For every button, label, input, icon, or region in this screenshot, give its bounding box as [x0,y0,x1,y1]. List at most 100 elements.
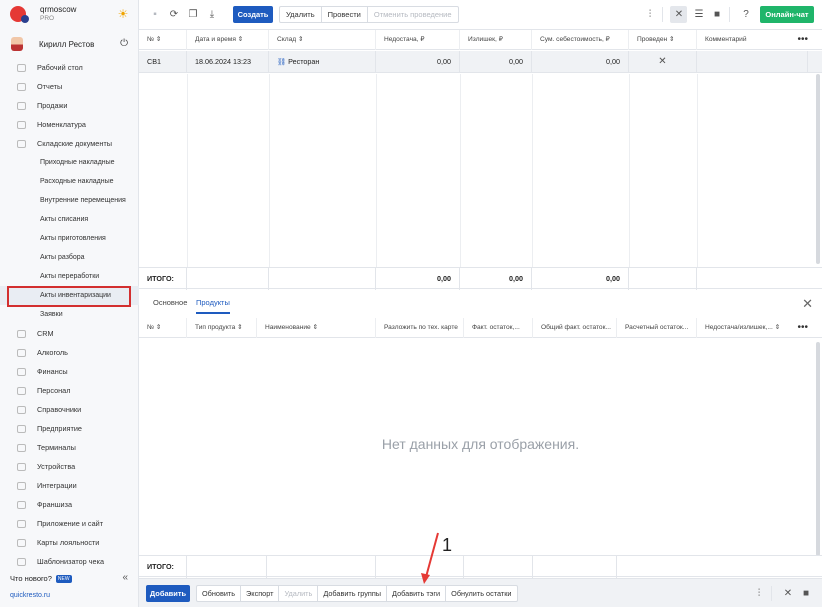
nav-item-enterprise[interactable]: Предприятие [0,419,139,438]
trash-icon[interactable]: ■ [712,9,722,20]
nav-sub-label: Акты списания [40,216,89,223]
nav-sub-transfers[interactable]: Внутренние перемещения [0,191,139,210]
col-warehouse[interactable]: Склад ⇕ [269,30,376,50]
more-icon[interactable]: ••• [797,318,808,338]
col-date[interactable]: Дата и время ⇕ [187,30,269,50]
trash-icon[interactable]: ■ [801,588,811,599]
nav-item-app-site[interactable]: Приложение и сайт [0,514,139,533]
column-settings-icon[interactable]: ⫶ [645,9,655,20]
col-shortage-surplus[interactable]: Недостача/излишек,... ⇕ [697,318,789,338]
reset-rests-button[interactable]: Обнулить остатки [446,586,516,601]
nav-sub-label: Внутренние перемещения [40,197,126,204]
nav-item-dashboard[interactable]: Рабочий стол [0,58,139,77]
delete-button[interactable]: Удалить [280,7,322,22]
col-num[interactable]: № ⇕ [139,30,187,50]
online-chat-button[interactable]: Онлайн-чат [760,6,814,23]
col-product-type[interactable]: Тип продукта ⇕ [187,318,257,338]
nav-sub-disassembly[interactable]: Акты разбора [0,248,139,267]
nav-sub-processing[interactable]: Акты переработки [0,267,139,286]
table-header: № ⇕ Тип продукта ⇕ Наименование ⇕ Разлож… [139,318,822,338]
totals-empty [629,268,697,290]
unpost-button[interactable]: Отменить проведение [368,7,458,22]
nav-item-label: Интеграции [37,481,77,490]
col-total-fact-rest[interactable]: Общий факт. остаток... [533,318,617,338]
nav-item-label: Отчеты [37,82,63,91]
divider [729,7,730,22]
collapse-sidebar-icon[interactable]: « [122,572,128,583]
col-name[interactable]: Наименование ⇕ [257,318,376,338]
nav-item-nomenclature[interactable]: Номенклатура [0,115,139,134]
table-row[interactable]: СВ1 18.06.2024 13:23 ⛓ Ресторан 0,00 0,0… [139,51,822,73]
col-fact-rest[interactable]: Факт. остаток,... [464,318,533,338]
theme-sun-icon[interactable]: ☀ [117,8,129,20]
help-icon[interactable]: ? [741,9,751,20]
nav-sub-requests[interactable]: Заявки [0,305,139,324]
scrollbar[interactable] [816,74,820,264]
cell-warehouse[interactable]: ⛓ Ресторан [269,51,376,73]
save-icon[interactable]: ▪ [150,9,160,20]
logo-icon [10,6,29,23]
bottom-toolbar: Добавить Обновить Экспорт Удалить Добави… [139,578,822,607]
col-posted[interactable]: Проведен ⇕ [629,30,697,50]
post-button[interactable]: Провести [322,7,368,22]
refresh-button[interactable]: Обновить [197,586,242,601]
nav-item-sales[interactable]: Продажи [0,96,139,115]
nav-item-label: Предприятие [37,424,82,433]
crm-icon [17,329,26,338]
nav-item-integrations[interactable]: Интеграции [0,476,139,495]
user-panel[interactable]: Кирилл Рестов ⏻ [0,34,139,54]
delete-button[interactable]: Удалить [279,586,319,601]
tab-products[interactable]: Продукты [196,292,230,314]
copy-icon[interactable]: ❐ [188,9,198,20]
doc-actions-group: Удалить Провести Отменить проведение [279,6,459,23]
nav-item-references[interactable]: Справочники [0,400,139,419]
avatar [11,37,23,51]
col-surplus[interactable]: Излишек, ₽ [460,30,532,50]
nav-item-terminals[interactable]: Терминалы [0,438,139,457]
brand[interactable]: qrmoscow PRO ☀ [0,0,139,28]
refresh-icon[interactable]: ⟳ [169,9,179,20]
download-icon[interactable]: ⤓ [207,9,217,20]
col-num[interactable]: № ⇕ [139,318,187,338]
list-icon[interactable]: ☰ [694,9,704,20]
column-settings-icon[interactable]: ⫶ [754,588,764,599]
col-tech-card[interactable]: Разложить по тех. карте [376,318,464,338]
cell-num: СВ1 [139,51,187,73]
nav-item-label: Персонал [37,386,71,395]
nav-item-alcohol[interactable]: Алкоголь [0,343,139,362]
power-icon[interactable]: ⏻ [120,38,128,49]
nav-item-loyalty[interactable]: Карты лояльности [0,533,139,552]
create-button[interactable]: Создать [233,6,273,23]
nav-item-label: Шаблонизатор чека [37,557,105,566]
col-shortage[interactable]: Недостача, ₽ [376,30,460,50]
nav-item-label: Устройства [37,462,76,471]
close-icon[interactable]: ✕ [802,296,813,312]
tab-main[interactable]: Основное [153,292,187,314]
franchise-icon [17,500,26,509]
site-link[interactable]: quickresto.ru [10,592,50,599]
export-button[interactable]: Экспорт [241,586,280,601]
add-tags-button[interactable]: Добавить тэги [387,586,447,601]
nav-item-reports[interactable]: Отчеты [0,77,139,96]
nav-item-devices[interactable]: Устройства [0,457,139,476]
tools-icon[interactable]: ✕ [783,588,793,599]
col-cost[interactable]: Сум. себестоимость, ₽ [532,30,629,50]
nav-item-finance[interactable]: Финансы [0,362,139,381]
tools-icon[interactable]: ✕ [674,9,684,20]
col-divider [629,74,630,267]
nav-item-receipt-template[interactable]: Шаблонизатор чека [0,552,139,571]
nav-sub-incoming[interactable]: Приходные накладные [0,153,139,172]
nav-item-crm[interactable]: CRM [0,324,139,343]
add-button[interactable]: Добавить [146,585,190,602]
nav-item-warehouse-docs[interactable]: Складские документы [0,134,139,153]
nav-item-franchise[interactable]: Франшиза [0,495,139,514]
col-divider [376,74,377,267]
nav-sub-cooking[interactable]: Акты приготовления [0,229,139,248]
col-calc-rest[interactable]: Расчетный остаток... [617,318,697,338]
more-icon[interactable]: ••• [797,30,808,50]
nav-item-staff[interactable]: Персонал [0,381,139,400]
nav-sub-outgoing[interactable]: Расходные накладные [0,172,139,191]
add-groups-button[interactable]: Добавить группы [318,586,388,601]
whats-new-link[interactable]: Что нового? NEW [10,574,72,583]
nav-sub-writeoffs[interactable]: Акты списания [0,210,139,229]
